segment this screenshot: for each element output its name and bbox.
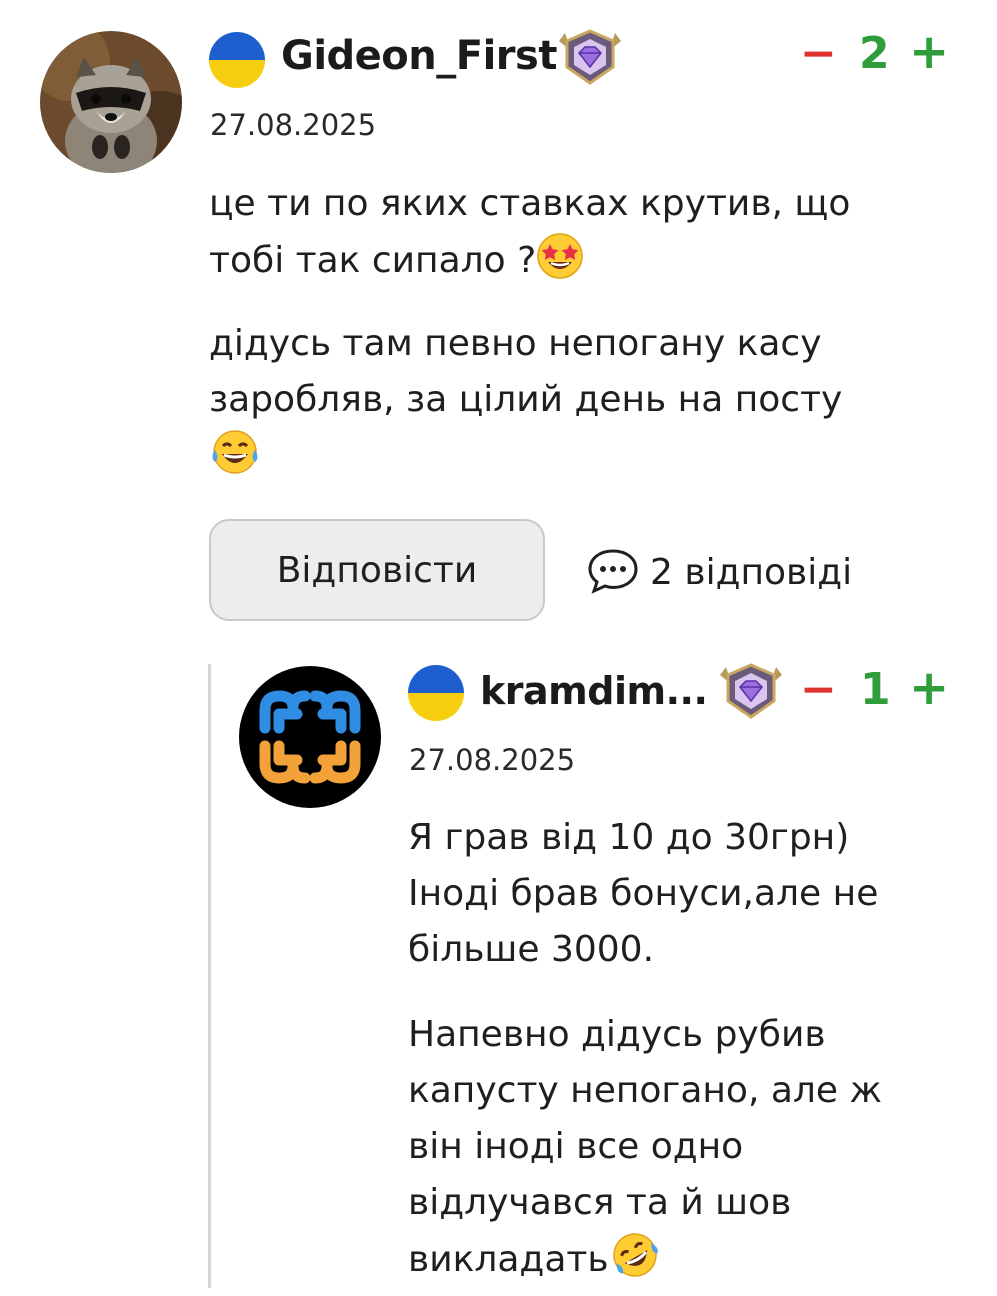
comment-text-line: Я грав від 10 до 30грн) [408, 817, 850, 858]
comment-text-line: дідусь там певно непогану касу [209, 323, 822, 364]
comment-text-line: відлучався та й шов [408, 1182, 792, 1223]
reply-button[interactable]: Відповісти [209, 519, 545, 621]
username[interactable]: kramdim... [480, 669, 708, 713]
face-with-tears-of-joy-emoji-icon [209, 428, 261, 493]
rank-badge-icon [555, 27, 625, 91]
upvote-button[interactable]: + [909, 664, 949, 712]
comment: Gideon_First − 2 + 27.08.2025 це ти по я… [0, 0, 997, 640]
comment-date: 27.08.2025 [409, 743, 576, 777]
user-avatar[interactable] [40, 31, 182, 173]
comment-text-line: Іноді брав бонуси,але не [408, 873, 879, 914]
comment-text: це ти по яких ставках крутив, що тобі та… [209, 176, 969, 297]
comment-text-line: викладать [408, 1231, 978, 1296]
vote-count: 1 [860, 664, 891, 715]
comment-text-line-part: викладать [408, 1239, 609, 1280]
comment-text-line: капусту непогано, але ж [408, 1070, 882, 1111]
show-replies-button[interactable]: 2 відповіді [586, 544, 852, 600]
comment-text: Я грав від 10 до 30грн) Іноді брав бонус… [408, 810, 978, 978]
username[interactable]: Gideon_First [281, 33, 557, 79]
comment-text: Напевно дідусь рубив капусту непогано, а… [408, 1007, 978, 1296]
downvote-button[interactable]: − [800, 32, 837, 76]
comment-text-line: заробляв, за цілий день на посту [209, 379, 843, 420]
vote-count: 2 [859, 28, 890, 79]
comment-text-line: більше 3000. [408, 929, 655, 970]
speech-bubble-icon [586, 546, 640, 598]
comment-text-line: тобі так сипало ? [209, 232, 969, 297]
ukraine-flag-icon [408, 665, 464, 721]
downvote-button[interactable]: − [800, 668, 837, 712]
comment-text-line [209, 428, 969, 493]
comment-text-line: це ти по яких ставках крутив, що [209, 183, 851, 224]
comment-text-line: Напевно дідусь рубив [408, 1014, 826, 1055]
reply-comment: kramdim... − 1 + 27.08.2025 Я грав від 1… [0, 640, 997, 1288]
rank-badge-icon [716, 661, 786, 725]
upvote-button[interactable]: + [909, 28, 949, 76]
comment-text: дідусь там певно непогану касу заробляв,… [209, 316, 969, 493]
rolling-on-floor-laughing-emoji-icon [609, 1231, 661, 1296]
star-struck-emoji-icon [536, 232, 584, 297]
comment-text-line-part: тобі так сипало ? [209, 240, 537, 281]
ukraine-flag-icon [209, 32, 265, 88]
comment-text-line: він іноді все одно [408, 1126, 744, 1167]
user-avatar[interactable] [239, 666, 381, 808]
replies-count-label: 2 відповіді [650, 551, 853, 593]
comment-date: 27.08.2025 [210, 108, 377, 142]
